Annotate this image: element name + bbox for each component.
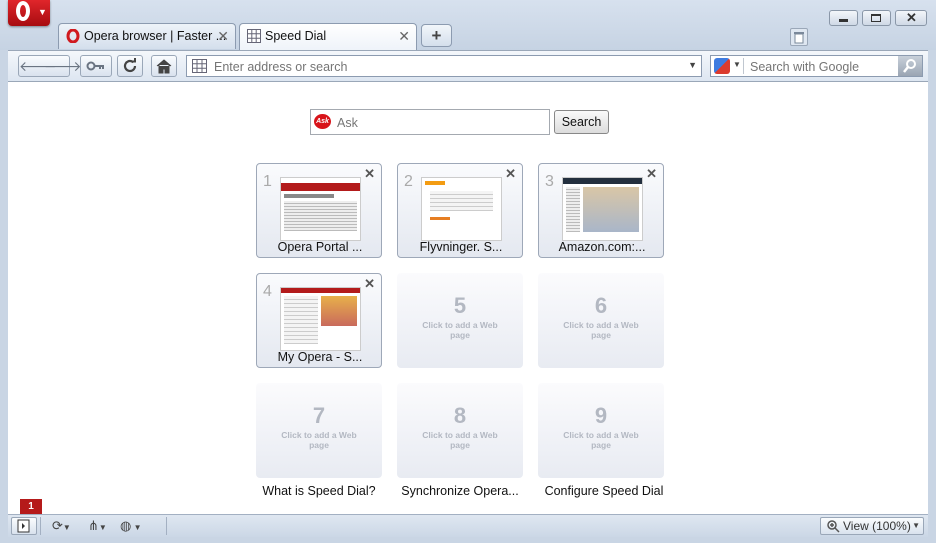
search-engine-box[interactable]: ▼	[710, 55, 923, 77]
speed-dial-2[interactable]: 2 ✕ Flyvninger. S...	[397, 163, 523, 258]
zoom-label: View (100%)	[843, 519, 911, 533]
dial-title: Flyvninger. S...	[419, 240, 503, 254]
dial-title: Amazon.com:...	[558, 240, 646, 254]
new-tab-button[interactable]: +	[421, 24, 452, 47]
page-thumbnail	[562, 177, 643, 241]
address-input[interactable]	[212, 59, 676, 75]
google-icon[interactable]	[714, 58, 730, 74]
page-thumbnail	[280, 287, 361, 351]
speed-dial-5[interactable]: 5 Click to add a Web page	[397, 273, 523, 368]
opera-logo-icon	[16, 1, 30, 21]
reload-icon	[123, 58, 137, 73]
chevron-down-icon: ▼	[38, 7, 47, 17]
dial-number: 6	[594, 293, 608, 318]
back-forward-group: 🡐 🡒	[18, 55, 82, 77]
close-icon: ✕	[906, 10, 917, 25]
dial-title: Opera Portal ...	[277, 240, 363, 254]
dial-title: My Opera - S...	[277, 350, 363, 364]
shortcut-badge-1: 1	[20, 499, 42, 514]
key-button[interactable]	[80, 55, 112, 77]
status-bar: ⟳▼ ⋔▼ ◍ ▼ View (100%) ▼	[8, 514, 928, 537]
tab-speed-dial[interactable]: Speed Dial ✕	[239, 23, 417, 51]
panel-icon	[17, 519, 30, 533]
configure-speed-dial-link[interactable]: Configure Speed Dial	[534, 484, 674, 498]
dial-hint: Click to add a Web page	[422, 320, 498, 340]
close-tab-icon[interactable]: ✕	[217, 28, 229, 45]
dial-number: 1	[263, 173, 272, 190]
chevron-down-icon[interactable]: ▼	[733, 60, 741, 69]
address-bar[interactable]: ▼	[186, 55, 702, 77]
speed-dial-3[interactable]: 3 ✕ Amazon.com:...	[538, 163, 664, 258]
dial-number: 9	[594, 403, 608, 428]
dial-number: 2	[404, 173, 413, 190]
speed-dial-1[interactable]: 1 ✕ Opera Portal ...	[256, 163, 382, 258]
close-tab-icon[interactable]: ✕	[398, 28, 410, 45]
speed-dial-4[interactable]: 4 ✕ My Opera - S...	[256, 273, 382, 368]
close-icon[interactable]: ✕	[364, 166, 375, 182]
chevron-down-icon: ▼	[912, 521, 920, 530]
zoom-icon	[827, 520, 840, 533]
sync-icon[interactable]: ⟳▼	[52, 518, 71, 534]
grid-icon	[247, 29, 261, 43]
reload-button[interactable]	[117, 55, 143, 77]
ask-search-input[interactable]	[335, 115, 539, 131]
title-bar: ▼ Opera browser | Faster ... ✕ Speed Dia…	[0, 0, 936, 51]
maximize-button[interactable]	[862, 10, 891, 26]
dial-number: 5	[453, 293, 467, 318]
plus-icon: +	[431, 26, 442, 45]
opera-menu-button[interactable]: ▼	[8, 0, 50, 26]
opera-logo-icon	[66, 28, 80, 44]
forward-arrow-icon[interactable]: 🡒	[44, 58, 82, 75]
dial-number: 7	[312, 403, 326, 428]
ask-logo-icon: Ask	[314, 114, 331, 129]
what-is-speed-dial-link[interactable]: What is Speed Dial?	[249, 484, 389, 498]
search-button[interactable]	[898, 56, 922, 76]
home-icon	[156, 58, 172, 73]
page-thumbnail	[280, 177, 361, 241]
search-icon	[903, 59, 916, 73]
dial-hint: Click to add a Web page	[422, 430, 498, 450]
dial-hint: Click to add a Web page	[281, 430, 357, 450]
speed-dial-6[interactable]: 6 Click to add a Web page	[538, 273, 664, 368]
ask-search-box[interactable]: Ask	[310, 109, 550, 135]
minimize-icon	[839, 19, 848, 22]
key-icon	[86, 61, 104, 71]
tab-opera-browser[interactable]: Opera browser | Faster ... ✕	[58, 23, 236, 49]
close-icon[interactable]: ✕	[505, 166, 516, 182]
tab-label: Speed Dial	[265, 29, 327, 43]
back-arrow-icon[interactable]: 🡐	[19, 58, 57, 75]
close-icon[interactable]: ✕	[646, 166, 657, 182]
navigation-toolbar: 🡐 🡒 ▼ ▼	[8, 50, 928, 82]
zoom-control[interactable]: View (100%) ▼	[820, 517, 924, 535]
trash-icon[interactable]	[790, 28, 808, 46]
speed-dial-page: Ask Search 1 ✕ Opera Portal ... 2 ✕ Flyv…	[8, 82, 928, 514]
dial-hint: Click to add a Web page	[563, 430, 639, 450]
tab-label: Opera browser | Faster ...	[84, 29, 227, 43]
speed-dial-7[interactable]: 7 Click to add a Web page	[256, 383, 382, 478]
maximize-icon	[871, 14, 881, 22]
ask-search-button[interactable]: Search	[554, 110, 609, 134]
speed-dial-9[interactable]: 9 Click to add a Web page	[538, 383, 664, 478]
unite-icon[interactable]: ⋔▼	[88, 518, 107, 534]
close-window-button[interactable]: ✕	[895, 10, 927, 26]
minimize-button[interactable]	[829, 10, 858, 26]
dial-number: 4	[263, 283, 272, 300]
dial-number: 3	[545, 173, 554, 190]
search-input[interactable]	[748, 59, 897, 75]
chevron-down-icon[interactable]: ▼	[688, 60, 697, 70]
grid-icon	[192, 59, 207, 76]
page-thumbnail	[421, 177, 502, 241]
dial-number: 8	[453, 403, 467, 428]
home-button[interactable]	[151, 55, 177, 77]
dial-hint: Click to add a Web page	[563, 320, 639, 340]
close-icon[interactable]: ✕	[364, 276, 375, 292]
panel-toggle-button[interactable]	[11, 517, 37, 535]
speed-dial-8[interactable]: 8 Click to add a Web page	[397, 383, 523, 478]
synchronize-opera-link[interactable]: Synchronize Opera...	[390, 484, 530, 498]
turbo-icon[interactable]: ◍ ▼	[120, 518, 141, 534]
